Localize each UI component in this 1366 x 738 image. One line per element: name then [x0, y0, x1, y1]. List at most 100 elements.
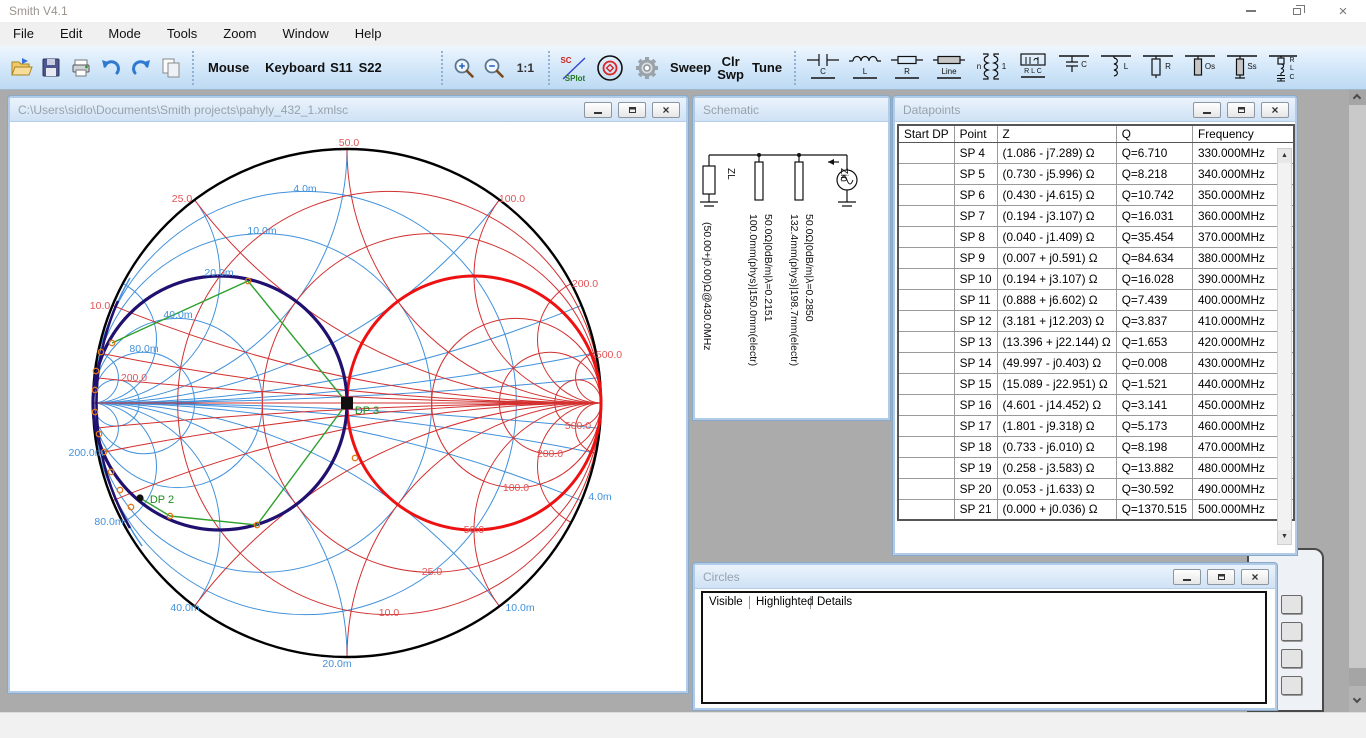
panel-button[interactable] — [1281, 622, 1302, 641]
panel-button[interactable] — [1281, 649, 1302, 668]
svg-text:50.0Ω|0dB/m|λ=0.2850: 50.0Ω|0dB/m|λ=0.2850 — [803, 214, 815, 322]
restore-button[interactable] — [1274, 0, 1320, 22]
tune-button[interactable]: Tune — [746, 52, 788, 84]
datapoint-row[interactable]: SP 17(1.801 - j9.318) ΩQ=5.173460.000MHz — [898, 415, 1294, 436]
menu-help[interactable]: Help — [342, 22, 395, 46]
circles-column-highlighted[interactable]: Highlighted — [750, 596, 811, 609]
series-capacitor-button[interactable]: C — [803, 50, 843, 86]
shunt-capacitor-button[interactable]: C — [1055, 50, 1095, 86]
scrollbar-thumb[interactable] — [1349, 105, 1366, 668]
shunt-inductor-button[interactable]: L — [1097, 50, 1137, 86]
datapoint-row[interactable]: SP 5(0.730 - j5.996) ΩQ=8.218340.000MHz — [898, 163, 1294, 184]
datapoints-scrollbar[interactable]: ▲ ▼ — [1277, 148, 1292, 545]
app-titlebar[interactable]: Smith V4.1 × — [0, 0, 1366, 22]
close-button[interactable]: × — [1261, 102, 1289, 118]
datapoint-row[interactable]: SP 21(0.000 + j0.036) ΩQ=1370.515500.000… — [898, 499, 1294, 520]
series-inductor-button[interactable]: L — [845, 50, 885, 86]
datapoints-window-titlebar[interactable]: Datapoints × — [895, 98, 1295, 122]
datapoint-row[interactable]: SP 12(3.181 + j12.203) ΩQ=3.837410.000MH… — [898, 310, 1294, 331]
sweep-button[interactable]: Sweep — [666, 52, 715, 84]
column-header-start-dp[interactable]: Start DP — [898, 125, 954, 142]
schematic-window-titlebar[interactable]: Schematic — [695, 98, 888, 122]
s22-button[interactable]: S22 — [356, 52, 385, 84]
zoom-in-button[interactable] — [450, 52, 478, 84]
datapoint-row[interactable]: SP 11(0.888 + j6.602) ΩQ=7.439400.000MHz — [898, 289, 1294, 310]
datapoint-row[interactable]: SP 14(49.997 - j0.403) ΩQ=0.008430.000MH… — [898, 352, 1294, 373]
datapoint-row[interactable]: SP 9(0.007 + j0.591) ΩQ=84.634380.000MHz — [898, 247, 1294, 268]
menu-mode[interactable]: Mode — [95, 22, 154, 46]
scroll-down-icon[interactable]: ▼ — [1278, 530, 1291, 544]
panel-button[interactable] — [1281, 676, 1302, 695]
restore-button[interactable] — [1227, 102, 1255, 118]
minimize-button[interactable] — [1173, 569, 1201, 585]
column-header-q[interactable]: Q — [1116, 125, 1192, 142]
clear-sweep-button[interactable]: Clr Swp — [715, 52, 746, 84]
datapoint-row[interactable]: SP 13(13.396 + j22.144) ΩQ=1.653420.000M… — [898, 331, 1294, 352]
minimize-button[interactable] — [584, 102, 612, 118]
minimize-button[interactable] — [1228, 0, 1274, 22]
transformer-button[interactable]: n1 — [971, 50, 1011, 86]
print-button[interactable] — [67, 52, 95, 84]
shunt-resistor-button[interactable]: R — [1139, 50, 1179, 86]
datapoint-row[interactable]: SP 4(1.086 - j7.289) ΩQ=6.710330.000MHz — [898, 142, 1294, 163]
datapoint-row[interactable]: SP 8(0.040 - j1.409) ΩQ=35.454370.000MHz — [898, 226, 1294, 247]
redo-button[interactable] — [127, 52, 155, 84]
circles-window-title: Circles — [703, 570, 740, 584]
workspace-scrollbar[interactable] — [1349, 90, 1366, 712]
circles-column-visible[interactable]: Visible — [703, 596, 750, 609]
shunt-rlc-button[interactable]: RLC — [1265, 50, 1305, 86]
column-header-frequency[interactable]: Frequency — [1193, 125, 1295, 142]
datapoint-row[interactable]: SP 7(0.194 - j3.107) ΩQ=16.031360.000MHz — [898, 205, 1294, 226]
schematic-canvas[interactable]: ZLZin(50.00+j0.00)Ω@430.0MHz100.0mm(phys… — [695, 122, 888, 418]
series-rlc-button[interactable]: R L C — [1013, 50, 1053, 86]
datapoint-row[interactable]: SP 19(0.258 - j3.583) ΩQ=13.882480.000MH… — [898, 457, 1294, 478]
datapoint-row[interactable]: SP 16(4.601 - j14.452) ΩQ=3.141450.000MH… — [898, 394, 1294, 415]
column-header-z[interactable]: Z — [997, 125, 1116, 142]
open-stub-button[interactable]: Os — [1181, 50, 1221, 86]
shorted-stub-button[interactable]: Ss — [1223, 50, 1263, 86]
mouse-button[interactable]: Mouse — [200, 52, 257, 84]
datapoints-table[interactable]: Start DPPointZQFrequencySP 4(1.086 - j7.… — [897, 124, 1295, 521]
copy-button[interactable] — [157, 52, 185, 84]
close-button[interactable]: × — [1241, 569, 1269, 585]
svg-text:4.0m: 4.0m — [293, 183, 317, 195]
column-header-point[interactable]: Point — [954, 125, 997, 142]
menu-window[interactable]: Window — [269, 22, 341, 46]
close-button[interactable]: × — [1320, 0, 1366, 22]
smith-chart-canvas[interactable]: DP 2DP 310.025.050.0100.0200.0500.010.02… — [10, 122, 686, 691]
close-button[interactable]: × — [652, 102, 680, 118]
s11-button[interactable]: S11 — [327, 52, 355, 84]
datapoint-row[interactable]: SP 15(15.089 - j22.951) ΩQ=1.521440.000M… — [898, 373, 1294, 394]
transmission-line-button[interactable]: Line — [929, 50, 969, 86]
panel-button[interactable] — [1281, 595, 1302, 614]
sc-splot-button[interactable]: SCSPlot — [557, 52, 591, 84]
menu-edit[interactable]: Edit — [47, 22, 95, 46]
restore-button[interactable] — [1207, 569, 1235, 585]
circles-table[interactable]: VisibleHighlightedDetails — [701, 591, 1267, 704]
menu-file[interactable]: File — [0, 22, 47, 46]
save-button[interactable] — [37, 52, 65, 84]
restore-button[interactable] — [618, 102, 646, 118]
keyboard-button[interactable]: Keyboard — [257, 52, 327, 84]
svg-text:100.0: 100.0 — [499, 193, 525, 205]
datapoint-row[interactable]: SP 18(0.733 - j6.010) ΩQ=8.198470.000MHz — [898, 436, 1294, 457]
circles-target-button[interactable] — [593, 52, 627, 84]
undo-button[interactable] — [97, 52, 125, 84]
transmission-line-icon: Line — [931, 52, 967, 84]
menu-tools[interactable]: Tools — [154, 22, 210, 46]
zoom-out-button[interactable] — [480, 52, 508, 84]
datapoint-row[interactable]: SP 20(0.053 - j1.633) ΩQ=30.592490.000MH… — [898, 478, 1294, 499]
gear-settings-button[interactable] — [629, 52, 665, 84]
datapoint-row[interactable]: SP 6(0.430 - j4.615) ΩQ=10.742350.000MHz — [898, 184, 1294, 205]
smith-window-titlebar[interactable]: C:\Users\sidlo\Documents\Smith projects\… — [10, 98, 686, 122]
minimize-button[interactable] — [1193, 102, 1221, 118]
datapoint-row[interactable]: SP 10(0.194 + j3.107) ΩQ=16.028390.000MH… — [898, 268, 1294, 289]
circles-window-titlebar[interactable]: Circles × — [695, 565, 1275, 589]
circles-column-details[interactable]: Details — [811, 596, 858, 609]
open-button[interactable] — [7, 52, 35, 84]
scroll-up-icon[interactable]: ▲ — [1278, 149, 1291, 163]
menu-zoom[interactable]: Zoom — [210, 22, 269, 46]
scroll-up-icon[interactable] — [1353, 94, 1361, 102]
series-resistor-button[interactable]: R — [887, 50, 927, 86]
datapoints-header-row: Start DPPointZQFrequency — [898, 125, 1294, 142]
